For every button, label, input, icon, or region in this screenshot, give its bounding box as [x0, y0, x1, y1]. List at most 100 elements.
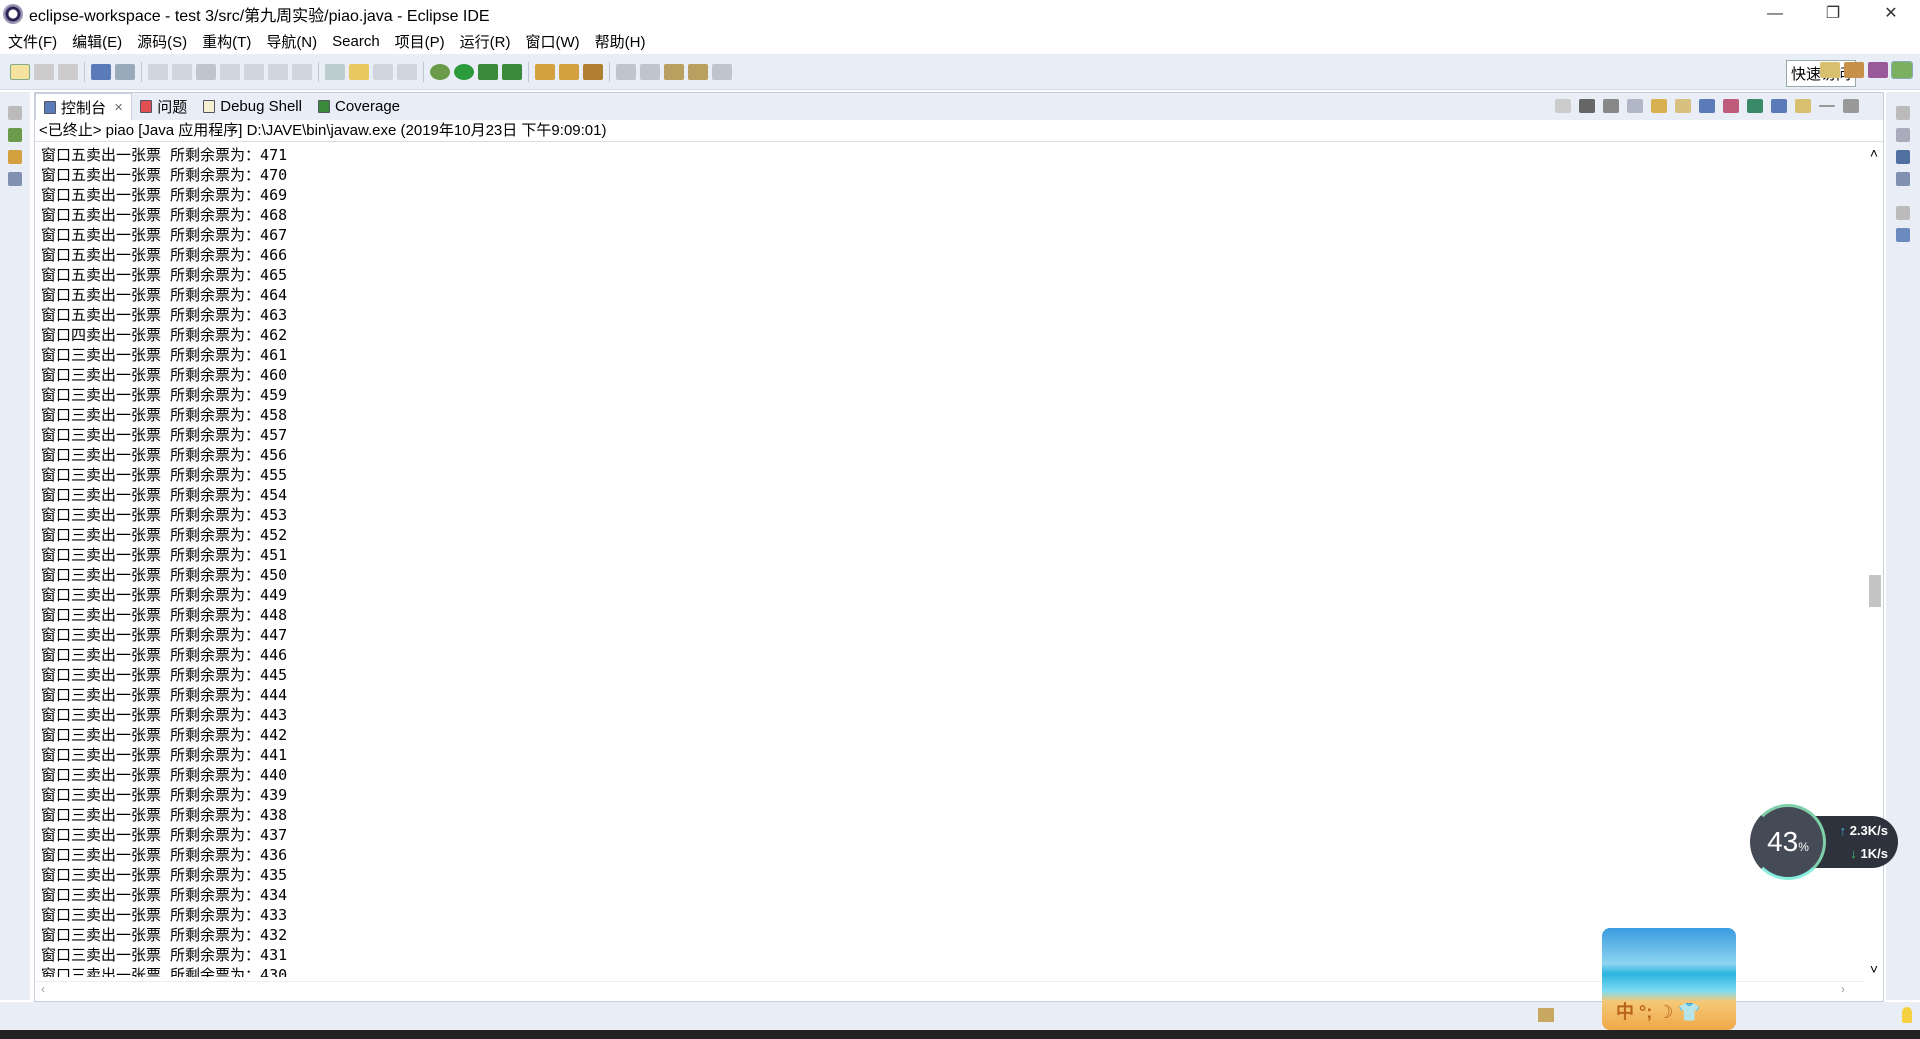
download-rate: ↓ 1K/s: [1850, 846, 1888, 861]
menu-search[interactable]: Search: [332, 33, 380, 50]
prev-annotation-icon[interactable]: [640, 63, 660, 80]
title-bar: eclipse-workspace - test 3/src/第九周实验/pia…: [0, 0, 1920, 28]
ime-skin-widget[interactable]: 中 °; ☽ 👕: [1602, 928, 1736, 1030]
suspend-icon[interactable]: [172, 63, 192, 80]
restore-icon-2[interactable]: [1896, 206, 1910, 220]
run-icon[interactable]: [454, 63, 474, 80]
tab-label: 问题: [157, 99, 188, 116]
skip-breakpoints-icon[interactable]: [115, 63, 135, 80]
console-line: 窗口三卖出一张票 所剩余票为：444: [41, 686, 288, 704]
use-step-filters-icon[interactable]: [325, 63, 345, 80]
external-tools-icon[interactable]: [502, 63, 522, 80]
step-return-icon[interactable]: [292, 63, 312, 80]
expressions-icon[interactable]: [1896, 172, 1910, 186]
open-perspective-icon[interactable]: [1820, 62, 1840, 78]
status-icon[interactable]: [1538, 1008, 1554, 1022]
window-title: eclipse-workspace - test 3/src/第九周实验/pia…: [29, 8, 490, 25]
search-icon[interactable]: [583, 63, 603, 80]
menu-run[interactable]: 运行(R): [460, 31, 511, 52]
disconnect-icon[interactable]: [220, 63, 240, 80]
remove-all-icon[interactable]: [1603, 99, 1619, 113]
display-console-icon[interactable]: [1771, 99, 1787, 113]
terminal-icon[interactable]: [91, 63, 111, 80]
java-perspective-icon[interactable]: [1844, 62, 1864, 78]
variables-icon[interactable]: [1896, 128, 1910, 142]
network-monitor-widget[interactable]: ↑ 2.3K/s ↓ 1K/s 43%: [1750, 804, 1900, 880]
minimize-button[interactable]: —: [1746, 0, 1804, 28]
console-output[interactable]: 窗口五卖出一张票 所剩余票为：471 窗口五卖出一张票 所剩余票为：470 窗口五卖…: [35, 145, 1865, 977]
show-on-stdout-icon[interactable]: [1699, 99, 1715, 113]
next-annotation-icon[interactable]: [616, 63, 636, 80]
menu-navigate[interactable]: 导航(N): [266, 31, 317, 52]
tab-problems[interactable]: 问题: [132, 93, 195, 120]
scroll-right-icon[interactable]: ›: [1841, 982, 1845, 996]
maximize-view-icon[interactable]: [1843, 99, 1859, 113]
scroll-down-icon[interactable]: ˅: [1865, 961, 1883, 977]
forward-icon[interactable]: [712, 63, 732, 80]
open-task-icon[interactable]: [559, 63, 579, 80]
step-into-icon[interactable]: [244, 63, 264, 80]
new-icon[interactable]: [10, 63, 30, 80]
scrollbar-thumb[interactable]: [1869, 575, 1881, 607]
remove-launch-icon[interactable]: [1579, 99, 1595, 113]
open-type-icon[interactable]: [349, 63, 369, 80]
clear-console-icon[interactable]: [1627, 99, 1643, 113]
tab-label: Debug Shell: [220, 98, 302, 115]
console-line: 窗口三卖出一张票 所剩余票为：433: [41, 906, 288, 924]
menu-bar: 文件(F) 编辑(E) 源码(S) 重构(T) 导航(N) Search 项目(…: [0, 28, 1920, 54]
console-line: 窗口五卖出一张票 所剩余票为：471: [41, 146, 288, 164]
restore-icon[interactable]: [1896, 106, 1910, 120]
menu-help[interactable]: 帮助(H): [595, 31, 646, 52]
java-ee-perspective-icon[interactable]: [1868, 62, 1888, 78]
console-line: 窗口三卖出一张票 所剩余票为：450: [41, 566, 288, 584]
menu-refactor[interactable]: 重构(T): [202, 31, 251, 52]
tab-coverage[interactable]: Coverage: [310, 93, 408, 120]
tab-debug-shell[interactable]: Debug Shell: [195, 93, 310, 120]
scroll-up-icon[interactable]: ˄: [1865, 145, 1883, 161]
save-icon[interactable]: [34, 63, 54, 80]
console-line: 窗口三卖出一张票 所剩余票为：457: [41, 426, 288, 444]
word-wrap-icon[interactable]: [1675, 99, 1691, 113]
breakpoints-icon[interactable]: [1896, 150, 1910, 164]
scroll-lock-icon[interactable]: [1651, 99, 1667, 113]
toggle-mark-icon[interactable]: [373, 63, 393, 80]
close-tab-icon[interactable]: ✕: [114, 101, 123, 114]
left-trim-bar: [0, 92, 30, 1000]
debug-view-icon[interactable]: [8, 128, 22, 142]
back-icon[interactable]: [688, 63, 708, 80]
debug-perspective-icon[interactable]: [1891, 61, 1913, 79]
restore-icon[interactable]: [8, 106, 22, 120]
show-on-stderr-icon[interactable]: [1723, 99, 1739, 113]
menu-window[interactable]: 窗口(W): [526, 31, 580, 52]
console-line: 窗口四卖出一张票 所剩余票为：462: [41, 326, 288, 344]
outline-icon[interactable]: [1896, 228, 1910, 242]
resume-icon[interactable]: [148, 63, 168, 80]
console-line: 窗口五卖出一张票 所剩余票为：465: [41, 266, 288, 284]
console-line: 窗口三卖出一张票 所剩余票为：459: [41, 386, 288, 404]
tab-console[interactable]: 控制台 ✕: [35, 93, 133, 120]
minimize-view-icon[interactable]: [1819, 105, 1835, 107]
open-console-icon[interactable]: [1795, 99, 1811, 113]
step-over-icon[interactable]: [268, 63, 288, 80]
terminate-icon[interactable]: [196, 63, 216, 80]
terminate-icon[interactable]: [1555, 99, 1571, 113]
console-line: 窗口三卖出一张票 所剩余票为：455: [41, 466, 288, 484]
close-button[interactable]: ✕: [1862, 0, 1920, 28]
menu-edit[interactable]: 编辑(E): [72, 31, 122, 52]
show-whitespace-icon[interactable]: [397, 63, 417, 80]
menu-project[interactable]: 项目(P): [395, 31, 445, 52]
scroll-left-icon[interactable]: ‹: [41, 982, 45, 996]
last-edit-icon[interactable]: [664, 63, 684, 80]
maximize-button[interactable]: ❐: [1804, 0, 1862, 28]
horizontal-scrollbar[interactable]: ‹ ›: [35, 981, 1865, 1001]
servers-icon[interactable]: [8, 172, 22, 186]
menu-source[interactable]: 源码(S): [137, 31, 187, 52]
pin-console-icon[interactable]: [1747, 99, 1763, 113]
open-folder-icon[interactable]: [535, 63, 555, 80]
save-all-icon[interactable]: [58, 63, 78, 80]
package-explorer-icon[interactable]: [8, 150, 22, 164]
lightbulb-icon[interactable]: [1902, 1007, 1912, 1023]
menu-file[interactable]: 文件(F): [8, 31, 57, 52]
coverage-icon[interactable]: [478, 63, 498, 80]
debug-icon[interactable]: [430, 63, 450, 80]
